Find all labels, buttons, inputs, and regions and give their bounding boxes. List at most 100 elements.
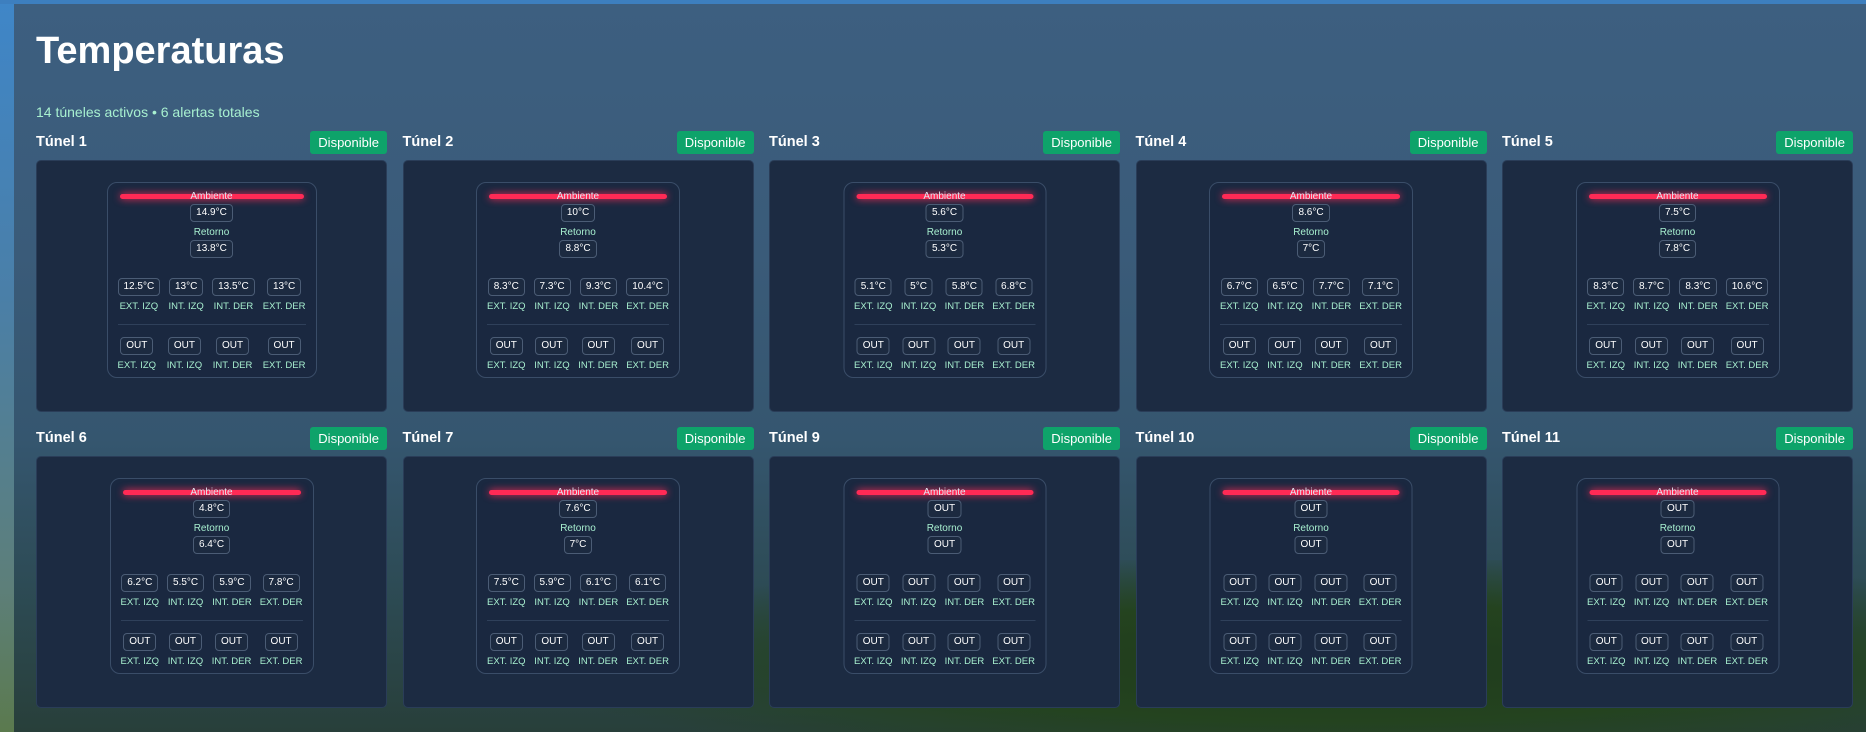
sensor-diagram: Ambiente 7.5°C Retorno 7.8°C 8.3°C EXT. I… [1575, 182, 1780, 378]
sensor-value: OUT [1589, 574, 1623, 592]
retorno-value: 6.4°C [192, 536, 231, 554]
ambiente-label: Ambiente [1289, 487, 1333, 498]
sensor-int-der: OUT INT. DER [212, 337, 253, 371]
sensor-value: 6.2°C [121, 574, 159, 592]
tunnel-card-2[interactable]: Túnel 2 Disponible Ambiente 10°C Retorno… [402, 130, 754, 412]
sensor-label: INT. DER [1678, 301, 1718, 312]
sensor-row-1: 6.2°C EXT. IZQ 5.5°C INT. IZQ 5.9°C INT. DER 7… [121, 574, 303, 608]
central-readings: Ambiente 7.6°C Retorno 7°C [487, 488, 669, 554]
tunnel-header: Túnel 11 Disponible [1502, 426, 1853, 450]
sensor-value: 12.5°C [117, 278, 161, 296]
sensor-value: OUT [1314, 337, 1348, 355]
sensor-label: EXT. IZQ [1220, 656, 1260, 667]
sensor-label: EXT. IZQ [487, 656, 526, 667]
sensor-value: OUT [168, 633, 202, 651]
sensor-value: OUT [489, 337, 523, 355]
tunnel-card-4[interactable]: Túnel 4 Disponible Ambiente 8.6°C Retorn… [1135, 130, 1487, 412]
sensor-label: EXT. IZQ [120, 597, 160, 608]
tunnel-header: Túnel 6 Disponible [36, 426, 387, 450]
sensor-value: OUT [535, 633, 569, 651]
tunnel-card-5[interactable]: Túnel 5 Disponible Ambiente 7.5°C Retorn… [1502, 130, 1853, 412]
status-badge: Disponible [1409, 130, 1487, 154]
central-readings: Ambiente OUT Retorno OUT [1587, 488, 1768, 554]
sensor-int-der: 7.7°C INT. DER [1312, 278, 1351, 312]
sensor-label: EXT. DER [259, 656, 303, 667]
sensor-ext-der: OUT EXT. DER [1359, 574, 1402, 608]
sensor-value: OUT [1635, 633, 1669, 651]
sensor-label: EXT. IZQ [1220, 301, 1259, 312]
tunnel-card-10[interactable]: Túnel 11 Disponible Ambiente OUT Retorno… [1502, 426, 1853, 708]
tunnel-header: Túnel 10 Disponible [1136, 426, 1487, 450]
sensor-value: OUT [1635, 574, 1669, 592]
sensor-row-2: OUT EXT. IZQ OUT INT. IZQ OUT INT. DER OUT EXT.… [1220, 620, 1402, 667]
ambiente-value: 14.9°C [190, 204, 233, 222]
tunnel-card-1[interactable]: Túnel 1 Disponible Ambiente 14.9°C Retor… [36, 130, 387, 412]
tunnel-name: Túnel 4 [1135, 134, 1187, 150]
sensor-value: 9.3°C [579, 278, 617, 296]
sensor-int-izq: OUT INT. IZQ [901, 574, 937, 608]
page-title: Temperaturas [36, 30, 285, 72]
status-badge: Disponible [310, 130, 387, 154]
tunnel-name: Túnel 7 [402, 430, 454, 446]
sensor-value: 5.5°C [167, 574, 205, 592]
sensor-value: 6.8°C [995, 278, 1033, 296]
sensor-value: OUT [902, 337, 936, 355]
sensor-int-izq: 5.5°C INT. IZQ [167, 574, 205, 608]
sensor-int-izq: 7.3°C INT. IZQ [533, 278, 571, 312]
sensor-row-2: OUT EXT. IZQ OUT INT. IZQ OUT INT. DER OUT EXT.… [1220, 324, 1402, 371]
background-edge [0, 0, 14, 732]
tunnel-card-9[interactable]: Túnel 10 Disponible Ambiente OUT Retorno… [1135, 426, 1487, 708]
sensor-diagram: Ambiente 7.6°C Retorno 7°C 7.5°C EXT. IZQ… [476, 478, 680, 674]
sensor-ext-izq: 12.5°C EXT. IZQ [117, 278, 161, 312]
sensor-label: EXT. IZQ [1220, 360, 1259, 371]
sensor-label: INT. DER [944, 360, 985, 371]
sensor-value: 5.9°C [533, 574, 571, 592]
sensor-ext-der: 6.8°C EXT. DER [992, 278, 1035, 312]
sensor-ext-izq: OUT EXT. IZQ [1587, 337, 1625, 371]
tunnel-panel: Ambiente 14.9°C Retorno 13.8°C 12.5°C EXT… [36, 160, 387, 412]
sensor-row-2: OUT EXT. IZQ OUT INT. IZQ OUT INT. DER OUT EXT.… [854, 620, 1035, 667]
tunnel-card-8[interactable]: Túnel 9 Disponible Ambiente OUT Retorno … [769, 426, 1120, 708]
retorno-label: Retorno [193, 523, 230, 534]
sensor-int-izq: OUT INT. IZQ [1267, 574, 1303, 608]
sensor-ext-der: OUT EXT. DER [626, 337, 669, 371]
sensor-label: INT. IZQ [167, 656, 204, 667]
sensor-label: EXT. IZQ [1586, 301, 1626, 312]
sensor-value: OUT [1223, 633, 1257, 651]
sensor-int-izq: OUT INT. IZQ [166, 337, 202, 371]
sensor-ext-izq: OUT EXT. IZQ [1221, 574, 1259, 608]
sensor-value: OUT [1364, 337, 1398, 355]
status-badge: Disponible [1409, 426, 1487, 450]
tunnel-header: Túnel 3 Disponible [769, 130, 1120, 154]
sensor-label: INT. DER [212, 360, 253, 371]
sensor-int-der: OUT INT. DER [578, 633, 618, 667]
sensor-value: 8.3°C [1679, 278, 1717, 296]
sensor-label: EXT. IZQ [117, 360, 157, 371]
sensor-row-2: OUT EXT. IZQ OUT INT. IZQ OUT INT. DER OUT EXT.… [854, 324, 1035, 371]
central-readings: Ambiente 14.9°C Retorno 13.8°C [118, 192, 306, 258]
ambiente-label: Ambiente [556, 487, 600, 498]
tunnel-card-3[interactable]: Túnel 3 Disponible Ambiente 5.6°C Retorn… [769, 130, 1120, 412]
sensor-value: 6.1°C [629, 574, 667, 592]
sensor-label: EXT. DER [1725, 301, 1769, 312]
sensor-value: OUT [902, 574, 936, 592]
sensor-value: 6.5°C [1266, 278, 1304, 296]
sensor-value: OUT [947, 574, 981, 592]
sensor-label: INT. IZQ [900, 597, 937, 608]
status-badge: Disponible [1043, 426, 1120, 450]
retorno-label: Retorno [926, 523, 963, 534]
sensor-int-der: OUT INT. DER [1311, 574, 1351, 608]
tunnel-card-6[interactable]: Túnel 6 Disponible Ambiente 4.8°C Retorn… [36, 426, 387, 708]
tunnel-grid: Túnel 1 Disponible Ambiente 14.9°C Retor… [36, 130, 1853, 708]
sensor-label: INT. IZQ [1267, 360, 1303, 371]
sensor-int-der: 5.9°C INT. DER [212, 574, 252, 608]
sensor-label: INT. DER [213, 301, 254, 312]
sensor-ext-izq: OUT EXT. IZQ [117, 337, 157, 371]
sensor-value: 10.4°C [626, 278, 669, 296]
retorno-value: 7.8°C [1658, 240, 1697, 258]
sensor-ext-izq: OUT EXT. IZQ [1220, 337, 1259, 371]
sensor-value: 7.5°C [487, 574, 525, 592]
sensor-int-der: 13.5°C INT. DER [212, 278, 255, 312]
tunnel-card-7[interactable]: Túnel 7 Disponible Ambiente 7.6°C Retorn… [402, 426, 754, 708]
tunnel-name: Túnel 3 [769, 134, 820, 150]
